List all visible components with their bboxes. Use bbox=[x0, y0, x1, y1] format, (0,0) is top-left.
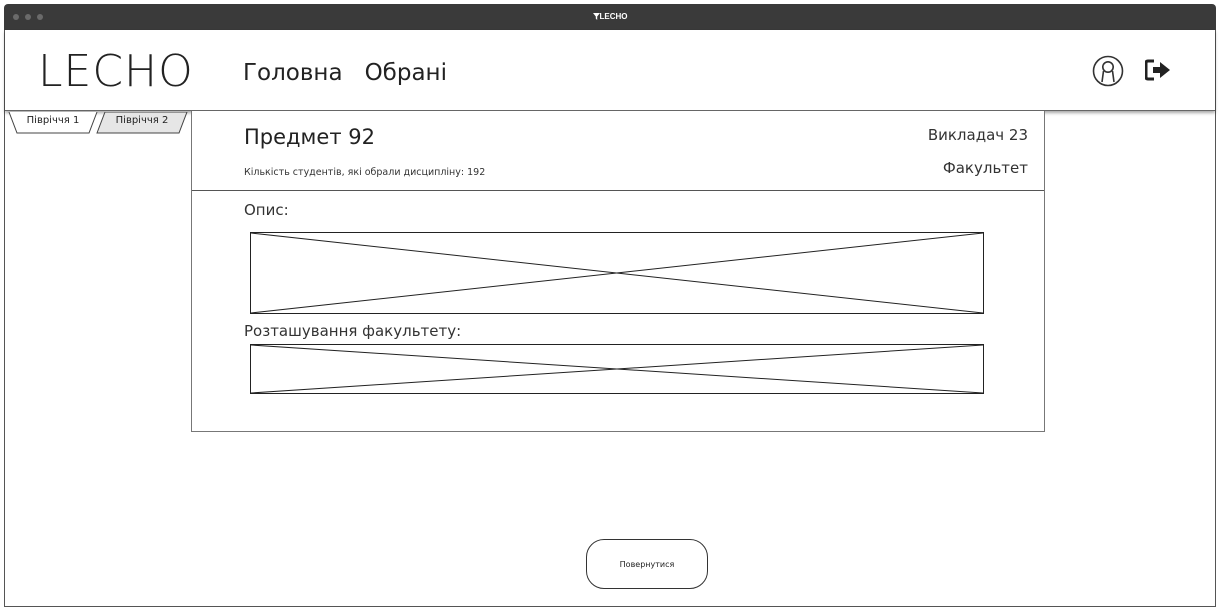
logout-icon[interactable] bbox=[1145, 58, 1173, 82]
image-placeholder-icon bbox=[250, 344, 984, 394]
window-title-text: LECHO bbox=[599, 12, 628, 21]
brand-logo[interactable]: LECHO bbox=[38, 46, 194, 97]
app-window: LECHO Головна Обрані Півріччя 1 Півріччя… bbox=[4, 30, 1216, 607]
description-placeholder bbox=[250, 232, 984, 314]
window-titlebar: LECHO bbox=[4, 4, 1216, 30]
panel-divider bbox=[192, 190, 1044, 191]
course-panel: Предмет 92 Кількість студентів, які обра… bbox=[191, 111, 1045, 432]
tab-label: Півріччя 2 bbox=[115, 115, 169, 126]
nav-favorites-link[interactable]: Обрані bbox=[365, 60, 447, 86]
back-button[interactable]: Повернутися bbox=[586, 539, 708, 589]
user-icon[interactable] bbox=[1092, 55, 1124, 87]
subject-title: Предмет 92 bbox=[244, 125, 375, 149]
faculty-name[interactable]: Факультет bbox=[943, 159, 1028, 177]
students-count: Кількість студентів, які обрали дисциплі… bbox=[244, 167, 486, 178]
tab-semester-2[interactable]: Півріччя 2 bbox=[96, 112, 188, 134]
top-header: LECHO Головна Обрані bbox=[5, 30, 1215, 111]
location-map-placeholder bbox=[250, 344, 984, 394]
description-label: Опис: bbox=[244, 201, 289, 219]
image-placeholder-icon bbox=[250, 232, 984, 314]
main-nav: Головна Обрані bbox=[243, 60, 447, 86]
tab-label: Півріччя 1 bbox=[26, 115, 80, 126]
teacher-name[interactable]: Викладач 23 bbox=[928, 126, 1028, 144]
tab-semester-1[interactable]: Півріччя 1 bbox=[8, 112, 98, 134]
back-button-label: Повернутися bbox=[619, 559, 675, 569]
window-title: LECHO bbox=[4, 12, 1216, 21]
funnel-icon bbox=[592, 13, 600, 20]
nav-home-link[interactable]: Головна bbox=[243, 60, 343, 86]
location-label: Розташування факультету: bbox=[244, 322, 462, 340]
